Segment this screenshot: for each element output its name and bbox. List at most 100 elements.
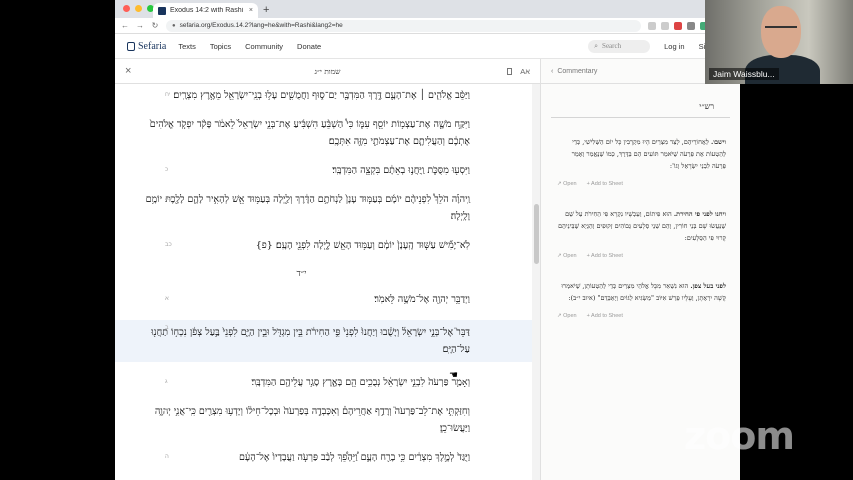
tab-title: Exodus 14:2 with Rashi xyxy=(170,7,244,14)
verse-number: ה xyxy=(165,454,169,460)
login-link[interactable]: Log in xyxy=(664,42,684,51)
search-input[interactable]: ⌕ Search xyxy=(588,39,651,53)
verse-number: יח xyxy=(165,92,171,98)
browser-tab[interactable]: Exodus 14:2 with Rashi × xyxy=(153,3,258,18)
sefaria-logo[interactable]: Sefaria xyxy=(127,41,166,52)
verse-list: יח וַיַּסֵּ֨ב אֱלֹהִ֧ים ׀ אֶת־הָעָ֛ם דֶּ… xyxy=(115,87,540,466)
verse-number: ד xyxy=(165,408,169,414)
sefaria-header: Sefaria Texts Topics Community Donate ⌕ … xyxy=(115,34,740,59)
search-icon: ⌕ xyxy=(594,41,599,50)
new-tab-button[interactable]: + xyxy=(263,4,269,16)
back-chevron-icon[interactable]: ‹ xyxy=(551,68,553,75)
search-placeholder: Search xyxy=(602,42,622,50)
verse[interactable]: יט וַיִּקַּ֥ח מֹשֶׁ֛ה אֶת־עַצְמ֥וֹת יוֹס… xyxy=(115,116,540,150)
verse-text: וַיֻּגַּד֙ לְמֶ֣לֶךְ מִצְרַ֔יִם כִּ֥י בָ… xyxy=(238,452,470,463)
comment[interactable]: וישבו. לַאֲחוֹרֵיהֶם, לְצַד מִצְרַיִם הָ… xyxy=(541,136,740,190)
minimize-window-icon[interactable] xyxy=(135,5,142,12)
add-to-sheet-link[interactable]: + Add to Sheet xyxy=(587,310,623,322)
verse-number: ג xyxy=(165,379,168,385)
chapter-heading: י״ד xyxy=(296,269,307,279)
back-icon[interactable]: ← xyxy=(121,21,129,30)
open-link[interactable]: ↗ Open xyxy=(557,310,577,322)
verse-text: דַּבֵּר֮ אֶל־בְּנֵ֣י יִשְׂרָאֵל֒ וְיָשֻׁ… xyxy=(151,327,470,355)
add-to-sheet-link[interactable]: + Add to Sheet xyxy=(587,178,623,190)
text-title[interactable]: שמות י״ג xyxy=(115,67,540,76)
verse-number: א xyxy=(165,296,169,302)
sefaria-favicon-icon xyxy=(158,6,166,15)
sefaria-logo-icon xyxy=(127,41,135,51)
verse-number: כב xyxy=(165,242,172,248)
verse-text: וַיַּסֵּ֨ב אֱלֹהִ֧ים ׀ אֶת־הָעָ֛ם דֶּ֥רֶ… xyxy=(173,90,470,101)
comment-heading: וישבו. xyxy=(710,138,726,146)
comment-heading: לפני בעל צפן. xyxy=(690,282,726,290)
verse[interactable]: ד וְחִזַּקְתִּ֣י אֶת־לֵב־פַּרְעֹה֮ וְרָד… xyxy=(115,403,540,437)
star-icon[interactable] xyxy=(661,21,669,30)
verse-text: וְחִזַּקְתִּ֣י אֶת־לֵב־פַּרְעֹה֮ וְרָדַ֣… xyxy=(154,406,470,434)
participant-face xyxy=(761,6,801,58)
zoom-watermark: zoom xyxy=(684,414,795,458)
comment-actions: ↗ Open + Add to Sheet xyxy=(557,178,726,190)
verse-text: וַיְדַבֵּ֥ר יְהוָ֖ה אֶל־מֹשֶׁ֥ה לֵּאמֹֽר… xyxy=(374,294,470,305)
text-tools: Aא xyxy=(507,67,530,76)
verse-number: ב xyxy=(165,325,169,331)
tab-bar: Exodus 14:2 with Rashi × + xyxy=(115,0,740,18)
text-scrollbar[interactable] xyxy=(532,84,540,480)
glasses-icon xyxy=(765,26,797,32)
add-to-sheet-link[interactable]: + Add to Sheet xyxy=(587,250,623,262)
comment[interactable]: ויחנו לפני פי החירת. הוּא פִּיתוֹם, וְעַ… xyxy=(541,208,740,262)
verse[interactable]: א וַיְדַבֵּ֥ר יְהוָ֖ה אֶל־מֹשֶׁ֥ה לֵּאמֹ… xyxy=(115,291,540,308)
share-icon[interactable] xyxy=(648,21,656,30)
lock-icon: ● xyxy=(172,22,176,29)
verse-text: וַֽיהוָ֡ה הֹלֵךְ֩ לִפְנֵיהֶ֨ם יוֹמָ֜ם בְ… xyxy=(145,194,470,222)
zoom-left-margin xyxy=(0,0,115,480)
forward-icon[interactable]: → xyxy=(136,21,144,30)
mouse-cursor-icon: ☚ xyxy=(449,370,458,381)
open-link[interactable]: ↗ Open xyxy=(557,250,577,262)
verse[interactable]: ג וְאָמַ֤ר פַּרְעֹה֙ לִבְנֵ֣י יִשְׂרָאֵ֔… xyxy=(115,374,540,391)
open-link[interactable]: ↗ Open xyxy=(557,178,577,190)
extension-icon[interactable] xyxy=(674,21,682,30)
verse-number: כ xyxy=(165,167,169,173)
verse[interactable]: כא וַֽיהוָ֡ה הֹלֵךְ֩ לִפְנֵיהֶ֨ם יוֹמָ֜ם… xyxy=(115,191,540,225)
text-pane-header: × שמות י״ג Aא xyxy=(115,59,540,84)
reload-icon[interactable]: ↻ xyxy=(151,21,159,30)
comment-actions: ↗ Open + Add to Sheet xyxy=(557,310,726,322)
comment[interactable]: לפני בעל צפן. הוּא נִשְׁאַר מִכָּל אֱלֹה… xyxy=(541,280,740,322)
participant-name: Jaim Waissblu... xyxy=(709,68,779,80)
logo-text: Sefaria xyxy=(138,40,167,52)
verse-number: כא xyxy=(165,196,172,202)
scrollbar-thumb[interactable] xyxy=(533,204,539,264)
participant-video: Jaim Waissblu... xyxy=(705,0,853,84)
browser-window: Exodus 14:2 with Rashi × + ← → ↻ ● sefar… xyxy=(115,0,740,480)
commentary-back-label[interactable]: Commentary xyxy=(557,68,597,75)
nav-texts[interactable]: Texts xyxy=(178,42,196,51)
main-nav: Texts Topics Community Donate xyxy=(178,42,321,51)
verse[interactable]: כ וַיִּסְע֖וּ מִסֻּכֹּ֑ת וַֽיַּחֲנ֣וּ בְ… xyxy=(115,162,540,179)
nav-topics[interactable]: Topics xyxy=(210,42,231,51)
comment-heading: ויחנו לפני פי החירת. xyxy=(673,210,726,218)
verse[interactable]: כב לֹֽא־יָמִ֞ישׁ עַשּׁ֤וּד הֶֽעָנָן֙ יוֹ… xyxy=(115,237,540,254)
language-toggle[interactable]: Aא xyxy=(520,67,530,76)
verse[interactable]: יח וַיַּסֵּ֨ב אֱלֹהִ֧ים ׀ אֶת־הָעָ֛ם דֶּ… xyxy=(115,87,540,104)
extension-icon[interactable] xyxy=(687,21,695,30)
address-bar-row: ← → ↻ ● sefaria.org/Exodus.14.2?lang=he&… xyxy=(115,18,740,34)
verse-number: יט xyxy=(165,121,171,127)
verse-selected[interactable]: ב דַּבֵּר֮ אֶל־בְּנֵ֣י יִשְׂרָאֵל֒ וְיָש… xyxy=(115,320,540,362)
tab-close-icon[interactable]: × xyxy=(249,7,253,14)
verse-text: וְאָמַ֤ר פַּרְעֹה֙ לִבְנֵ֣י יִשְׂרָאֵ֔ל … xyxy=(251,377,470,388)
comment-actions: ↗ Open + Add to Sheet xyxy=(557,250,726,262)
verse-text: וַיִּסְע֖וּ מִסֻּכֹּ֑ת וַֽיַּחֲנ֣וּ בְאֵ… xyxy=(332,165,470,176)
commentator-title: רש״י xyxy=(551,84,730,118)
nav-donate[interactable]: Donate xyxy=(297,42,321,51)
verse-text: לֹֽא־יָמִ֞ישׁ עַשּׁ֤וּד הֶֽעָנָן֙ יוֹמָ֔… xyxy=(255,240,470,251)
window-controls xyxy=(123,5,154,12)
bookmark-icon[interactable] xyxy=(507,67,513,75)
close-window-icon[interactable] xyxy=(123,5,130,12)
nav-community[interactable]: Community xyxy=(245,42,283,51)
verse[interactable]: ה וַיֻּגַּד֙ לְמֶ֣לֶךְ מִצְרַ֔יִם כִּ֥י … xyxy=(115,449,540,466)
text-pane: × שמות י״ג Aא יח וַיַּסֵּ֨ב אֱלֹהִ֧ים ׀ … xyxy=(115,59,540,480)
verse-text: וַיִּקַּ֥ח מֹשֶׁ֛ה אֶת־עַצְמ֥וֹת יוֹסֵ֖ף… xyxy=(149,119,470,147)
url-text: sefaria.org/Exodus.14.2?lang=he&with=Ras… xyxy=(179,22,343,29)
url-field[interactable]: ● sefaria.org/Exodus.14.2?lang=he&with=R… xyxy=(166,19,641,32)
comment-text: לַאֲחוֹרֵיהֶם, לְצַד מִצְרַיִם הָיוּ מִק… xyxy=(571,138,726,170)
